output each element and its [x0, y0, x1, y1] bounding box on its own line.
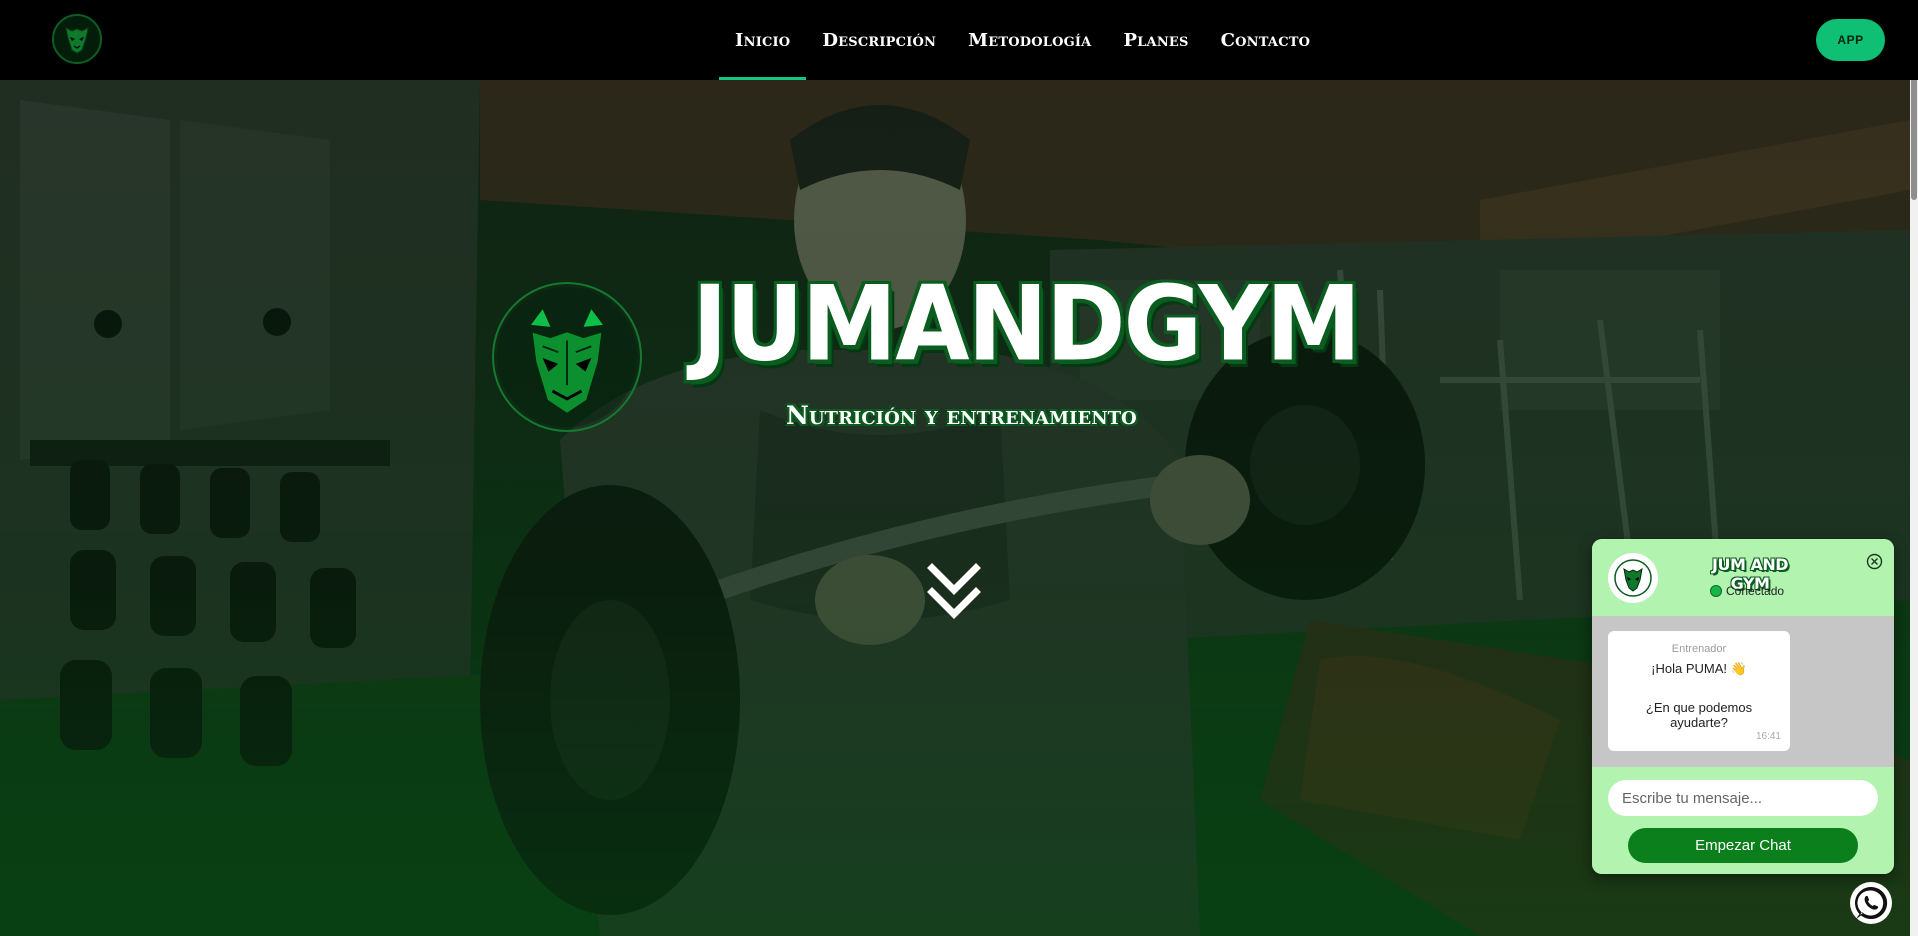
close-icon[interactable] — [1866, 553, 1883, 570]
chat-widget: JUM AND GYM Conectado Entrenador ¡Hola P… — [1592, 539, 1894, 874]
whatsapp-button[interactable] — [1850, 882, 1892, 924]
panther-mask-logo-icon[interactable] — [52, 14, 102, 64]
chat-message-input[interactable] — [1608, 780, 1878, 816]
chat-footer: Empezar Chat — [1592, 767, 1894, 874]
chat-message-bubble: Entrenador ¡Hola PUMA! 👋 ¿En que podemos… — [1608, 631, 1790, 751]
nav-link-descripcion[interactable]: Descripción — [806, 0, 952, 80]
page-scrollbar[interactable] — [1910, 0, 1918, 936]
chat-status: Conectado — [1710, 584, 1784, 598]
whatsapp-icon — [1854, 886, 1888, 919]
navbar: Inicio Descripción Metodología Planes Co… — [0, 0, 1918, 80]
nav-link-contacto[interactable]: Contacto — [1205, 0, 1327, 80]
chat-avatar — [1608, 553, 1658, 603]
message-sender: Entrenador — [1671, 643, 1727, 655]
message-greeting: ¡Hola PUMA! 👋 — [1651, 661, 1747, 676]
hero-subtitle: Nutrición y entrenamiento — [786, 400, 1137, 430]
chat-header: JUM AND GYM Conectado — [1592, 539, 1894, 616]
nav-link-planes[interactable]: Planes — [1107, 0, 1204, 80]
main-nav: Inicio Descripción Metodología Planes Co… — [719, 0, 1326, 80]
message-question: ¿En que podemos ayudarte? — [1645, 700, 1753, 730]
hero-title: JUMANDGYM — [692, 263, 1361, 385]
online-status-dot — [1710, 585, 1722, 597]
app-button[interactable]: APP — [1816, 19, 1885, 61]
message-time: 16:41 — [1755, 731, 1781, 742]
panther-mask-emblem-icon — [492, 282, 642, 432]
nav-link-metodologia[interactable]: Metodología — [952, 0, 1107, 80]
nav-link-inicio[interactable]: Inicio — [719, 0, 807, 80]
double-chevron-down-icon[interactable] — [926, 562, 982, 622]
panther-mask-avatar-icon — [1614, 559, 1652, 597]
chat-status-text: Conectado — [1726, 584, 1785, 598]
chat-messages: Entrenador ¡Hola PUMA! 👋 ¿En que podemos… — [1592, 616, 1894, 767]
start-chat-button[interactable]: Empezar Chat — [1628, 828, 1858, 863]
